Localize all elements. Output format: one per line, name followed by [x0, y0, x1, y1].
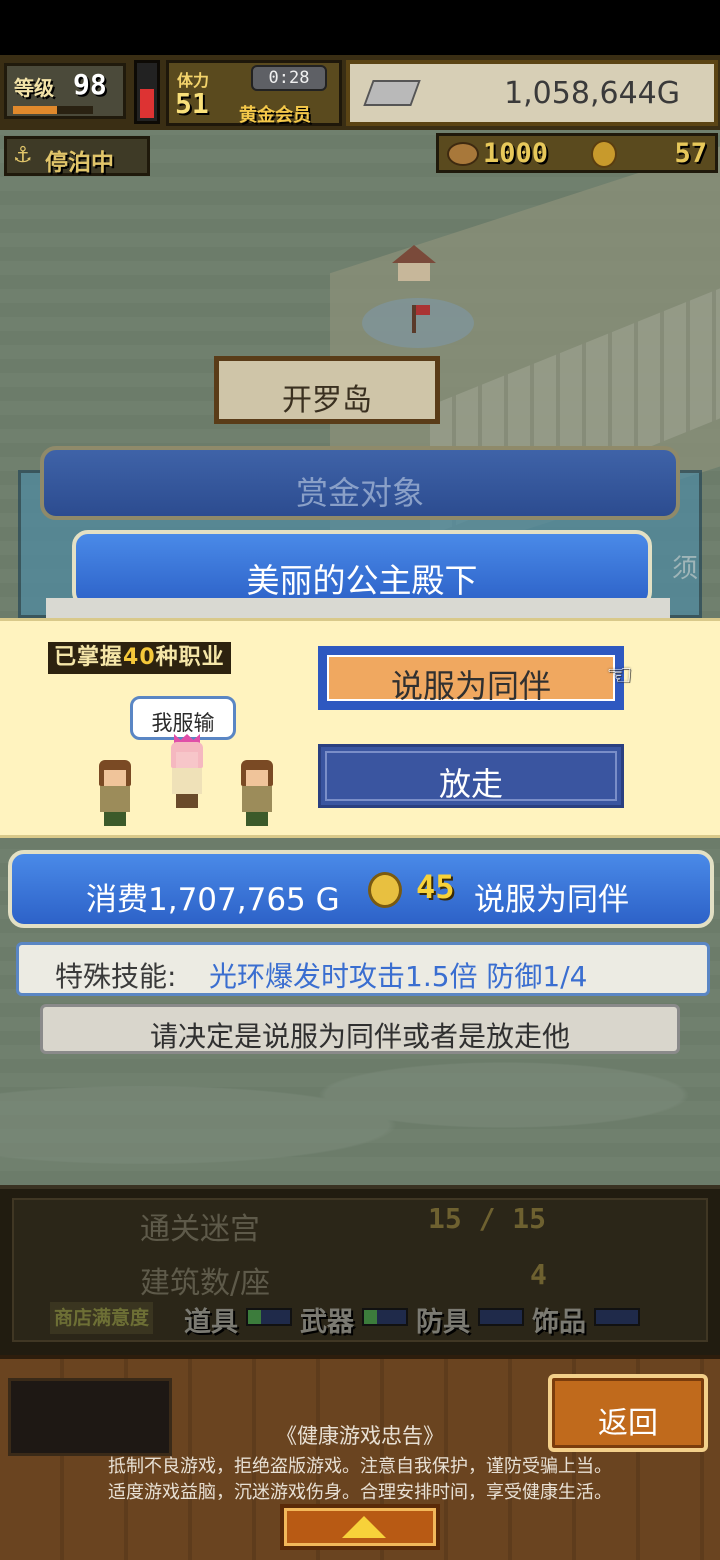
stamina-fill: [140, 89, 154, 118]
member-title: 黄金会员: [239, 105, 311, 126]
panel-side-text: 须: [671, 554, 698, 584]
buildings-label: 建筑数/座: [140, 1266, 271, 1301]
buildings-value: 4: [530, 1258, 547, 1291]
special-skill-box: 特殊技能: 光环爆发时攻击1.5倍 防御1/4: [16, 942, 710, 996]
cost-banner: 消费1,707,765 G 45 说服为同伴: [8, 850, 714, 928]
satisfaction-armor: 防具: [416, 1300, 528, 1338]
recruit-button[interactable]: 说服为同伴: [318, 646, 624, 710]
coin-value: 57: [674, 138, 707, 169]
dungeons-value: 15 / 15: [428, 1202, 547, 1235]
money-value: 1,058,644G: [504, 76, 680, 111]
satisfaction-bar: [594, 1308, 640, 1326]
guard-character-left: [90, 760, 140, 826]
money-panel: 1,058,644G: [346, 60, 718, 126]
silver-bar-icon: [363, 80, 421, 106]
currency-panel: 1000 57: [436, 133, 718, 173]
game-screen: 等级 98 体力 51 0:28 黄金会员 1,058,644G ⚓ 停泊中 1…: [0, 0, 720, 1560]
expand-menu-button[interactable]: [280, 1504, 440, 1550]
shop-satisfaction-label: 商店满意度: [50, 1302, 154, 1334]
anchor-icon: ⚓: [13, 143, 33, 168]
timer: 0:28: [251, 65, 327, 91]
speech-text: 我服输: [151, 711, 215, 735]
health-notice-line-1: 抵制不良游戏，拒绝盗版游戏。注意自我保护，谨防受骗上当。: [108, 1456, 612, 1477]
stamina-gauge: [134, 60, 160, 124]
gold-coin-icon: [368, 872, 402, 908]
satisfaction-bar: [362, 1308, 408, 1326]
skill-value: 光环爆发时攻击1.5倍 防御1/4: [209, 960, 588, 993]
mastered-jobs-badge: 已掌握40种职业: [48, 642, 231, 674]
target-name-banner: 美丽的公主殿下: [72, 530, 652, 608]
mastered-suffix: 种职业: [155, 645, 225, 670]
release-button[interactable]: 放走: [318, 744, 624, 808]
member-panel[interactable]: 体力 51 0:28 黄金会员: [166, 60, 342, 126]
satisfaction-weapons: 武器: [300, 1300, 412, 1338]
bounty-header: 赏金对象: [40, 446, 680, 520]
skill-label: 特殊技能:: [55, 960, 177, 993]
docked-label: 停泊中: [45, 150, 114, 176]
health-notice-line-2: 适度游戏益脑，沉迷游戏伤身。合理安排时间，享受健康生活。: [108, 1482, 612, 1503]
satisfaction-items: 道具: [184, 1300, 296, 1338]
status-bar: [0, 0, 720, 55]
mastered-count: 40: [123, 645, 156, 670]
medal-icon: [447, 142, 479, 166]
medal-value: 1000: [483, 138, 549, 169]
island-name: 开罗岛: [282, 383, 372, 418]
level-panel: 等级 98: [4, 63, 126, 119]
level-progress-fill: [13, 106, 57, 114]
guard-character-right: [232, 760, 282, 826]
coin-icon: [591, 140, 617, 168]
speech-bubble: 我服输: [130, 696, 236, 749]
level-value: 98: [73, 68, 107, 101]
princess-character: [162, 734, 212, 808]
decision-prompt: 请决定是说服为同伴或者是放走他: [40, 1004, 680, 1054]
recruit-button-label: 说服为同伴: [390, 667, 551, 705]
house-icon: [392, 245, 436, 281]
satisfaction-name: 防具: [416, 1307, 470, 1338]
satisfaction-accessories: 饰品: [532, 1300, 644, 1338]
cloud-layer: [0, 1035, 720, 1185]
satisfaction-name: 饰品: [532, 1307, 586, 1338]
satisfaction-bar: [478, 1308, 524, 1326]
stamina-value: 51: [175, 87, 209, 120]
up-arrow-icon: [342, 1516, 386, 1538]
target-name: 美丽的公主殿下: [246, 561, 478, 600]
cost-text: 消费1,707,765 G: [86, 882, 340, 918]
release-button-label: 放走: [438, 765, 503, 803]
health-notice-title: 《健康游戏忠告》: [276, 1424, 444, 1448]
coin-cost: 45: [416, 868, 455, 906]
satisfaction-bar: [246, 1308, 292, 1326]
cost-action: 说服为同伴: [474, 882, 629, 918]
prompt-text: 请决定是说服为同伴或者是放走他: [149, 1020, 570, 1053]
flag-icon: [412, 305, 430, 333]
level-progress-bar: [13, 106, 93, 114]
dungeons-label: 通关迷宫: [140, 1212, 260, 1247]
level-label: 等级: [14, 76, 54, 100]
mastered-prefix: 已掌握: [54, 645, 124, 670]
satisfaction-name: 武器: [300, 1307, 354, 1338]
docked-status: ⚓ 停泊中: [4, 136, 150, 176]
bounty-title: 赏金对象: [295, 474, 424, 512]
satisfaction-name: 道具: [184, 1307, 238, 1338]
island-sign: 开罗岛: [214, 356, 440, 424]
pointing-hand-icon: ☜: [606, 658, 633, 693]
